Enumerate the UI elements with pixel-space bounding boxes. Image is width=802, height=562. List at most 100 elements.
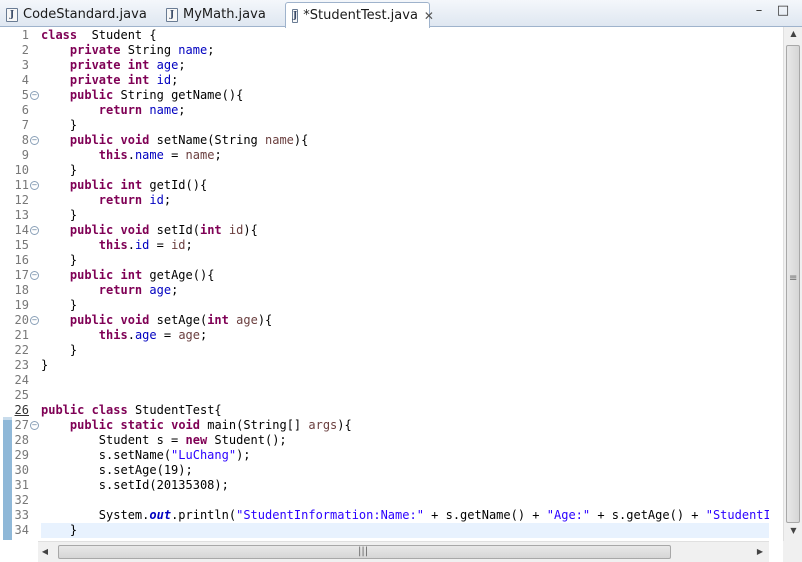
code-token: }	[41, 298, 78, 312]
code-line[interactable]: s.setAge(19);	[41, 463, 193, 478]
code-token: .	[127, 328, 135, 342]
code-token: "LuChang"	[171, 448, 237, 462]
code-token: int	[127, 73, 150, 87]
scroll-down-icon[interactable]: ▼	[784, 526, 802, 535]
code-line[interactable]: private int age;	[41, 58, 186, 73]
vertical-scroll-thumb[interactable]	[786, 45, 800, 523]
code-token: .println(	[171, 508, 237, 522]
tab-mymath[interactable]: J MyMath.java	[160, 2, 285, 27]
vertical-scrollbar[interactable]: ▲ ≡ ▼	[783, 27, 802, 541]
line-number: 19	[14, 298, 29, 312]
close-tab-icon[interactable]: ✕	[424, 9, 434, 23]
code-token: name	[185, 148, 215, 162]
fold-toggle-icon[interactable]: −	[30, 316, 39, 325]
code-token: private	[69, 58, 121, 72]
line-number: 26	[14, 403, 29, 417]
code-line[interactable]: class Student {	[41, 28, 157, 43]
fold-toggle-icon[interactable]: −	[30, 271, 39, 280]
line-number: 6	[21, 103, 29, 117]
minimize-button[interactable]: –	[752, 4, 766, 19]
code-token: }	[41, 343, 78, 357]
code-line[interactable]: public int getId(){	[41, 178, 207, 193]
code-token: int	[120, 178, 143, 192]
code-token: public	[69, 133, 114, 147]
code-line[interactable]: private String name;	[41, 43, 215, 58]
code-line[interactable]: public int getAge(){	[41, 268, 215, 283]
code-token: public	[41, 403, 85, 417]
code-line[interactable]: }	[41, 343, 77, 358]
code-line[interactable]: s.setName("LuChang");	[41, 448, 251, 463]
code-line[interactable]: public static void main(String[] args){	[41, 418, 352, 433]
code-line[interactable]: public class StudentTest{	[41, 403, 222, 418]
code-line[interactable]: public void setName(String name){	[41, 133, 308, 148]
maximize-button[interactable]: □	[776, 4, 790, 19]
code-token: age	[134, 328, 157, 342]
code-line[interactable]: public String getName(){	[41, 88, 243, 103]
code-line[interactable]: }	[41, 298, 77, 313]
line-number: 14	[14, 223, 29, 237]
code-line[interactable]: }	[41, 523, 77, 538]
line-number: 31	[14, 478, 29, 492]
code-area[interactable]: class Student { private String name; pri…	[41, 27, 769, 541]
scroll-left-icon[interactable]: ◀	[38, 547, 52, 556]
code-editor[interactable]: 1 2 3 4 5 6 7 8 9 10 11 12 13 14 15 16 17 18 19 20 21 22 23 24 2…	[0, 27, 802, 562]
tab-codestandard[interactable]: J CodeStandard.java	[0, 2, 160, 27]
line-number: 5	[21, 88, 29, 102]
code-line[interactable]: this.name = name;	[41, 148, 222, 163]
code-token: int	[207, 313, 229, 327]
code-line[interactable]: }	[41, 358, 48, 373]
code-token: }	[41, 253, 78, 267]
tab-studenttest[interactable]: J *StudentTest.java ✕	[285, 2, 434, 28]
fold-toggle-icon[interactable]: −	[30, 136, 39, 145]
code-token: ){	[293, 133, 309, 147]
code-line[interactable]: }	[41, 253, 77, 268]
code-line[interactable]: public void setAge(int age){	[41, 313, 272, 328]
code-token: static	[120, 418, 164, 432]
code-token: age	[178, 328, 200, 342]
code-line[interactable]: public void setId(int id){	[41, 223, 258, 238]
fold-toggle-icon[interactable]: −	[30, 181, 39, 190]
current-line-highlight	[41, 523, 769, 538]
horizontal-scrollbar[interactable]: ◀ ||| ▶	[38, 541, 769, 562]
code-line[interactable]: return age;	[41, 283, 179, 298]
fold-toggle-icon[interactable]: −	[30, 91, 39, 100]
code-line[interactable]: }	[41, 118, 77, 133]
code-token: id	[156, 73, 172, 87]
code-line[interactable]: }	[41, 208, 77, 223]
code-token: ;	[214, 148, 222, 162]
line-number: 32	[14, 493, 29, 507]
code-token: =	[163, 148, 186, 162]
code-line[interactable]: return id;	[41, 193, 171, 208]
code-line[interactable]: System.out.println("StudentInformation:N…	[41, 508, 769, 523]
scroll-up-icon[interactable]: ▲	[784, 29, 802, 38]
code-line[interactable]: this.id = id;	[41, 238, 193, 253]
code-token: name	[265, 133, 294, 147]
fold-toggle-icon[interactable]: −	[30, 226, 39, 235]
code-line[interactable]: Student s = new Student();	[41, 433, 287, 448]
code-token: + s.getAge() +	[590, 508, 706, 522]
code-line[interactable]: private int id;	[41, 73, 178, 88]
code-line[interactable]: this.age = age;	[41, 328, 207, 343]
code-token: void	[120, 223, 150, 237]
code-line[interactable]: return name;	[41, 103, 186, 118]
scroll-right-icon[interactable]: ▶	[753, 547, 767, 556]
code-line[interactable]: }	[41, 163, 77, 178]
fold-toggle-icon[interactable]: −	[30, 421, 39, 430]
line-number: 2	[21, 43, 29, 57]
code-token: Student();	[207, 433, 287, 447]
code-line[interactable]: s.setId(20135308);	[41, 478, 229, 493]
code-token: out	[149, 508, 172, 522]
code-token: setAge(	[149, 313, 208, 327]
code-token: new	[185, 433, 208, 447]
line-number: 3	[21, 58, 29, 72]
line-number: 29	[14, 448, 29, 462]
